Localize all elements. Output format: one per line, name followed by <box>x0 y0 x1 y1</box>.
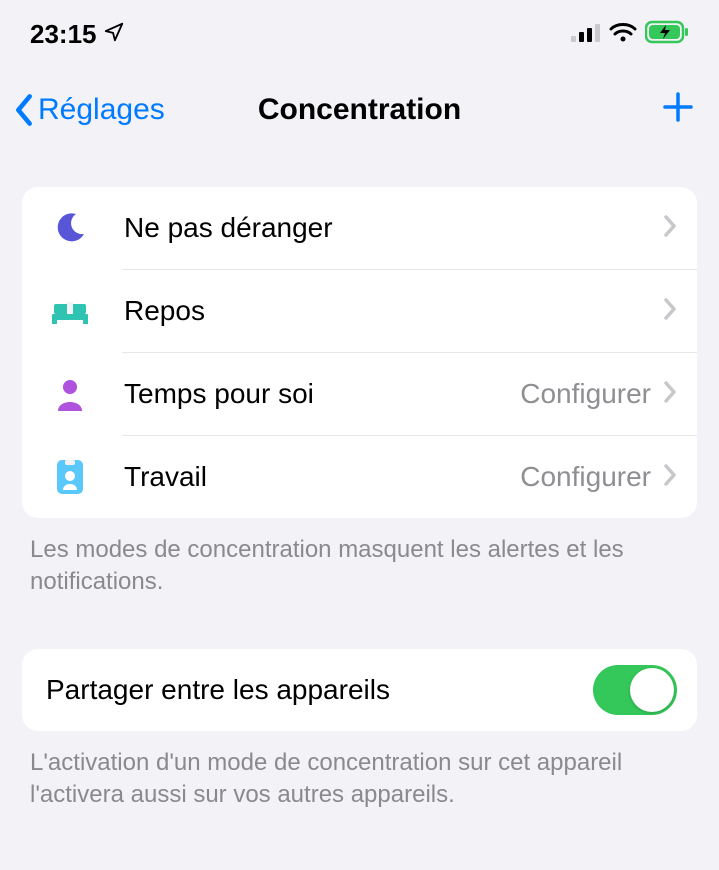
share-footer: L'activation d'un mode de concentration … <box>0 731 719 812</box>
nav-bar: Réglages Concentration <box>0 60 719 147</box>
status-time: 23:15 <box>30 19 97 50</box>
focus-modes-section: Ne pas déranger Repos <box>22 187 697 518</box>
chevron-right-icon <box>663 214 677 243</box>
switch-knob <box>630 668 674 712</box>
status-bar: 23:15 <box>0 0 719 60</box>
chevron-right-icon <box>663 463 677 492</box>
moon-icon <box>46 210 94 246</box>
badge-icon <box>46 458 94 496</box>
location-icon <box>103 19 125 50</box>
focus-mode-do-not-disturb[interactable]: Ne pas déranger <box>22 187 697 269</box>
focus-mode-detail: Configurer <box>520 461 651 493</box>
share-label: Partager entre les appareils <box>46 674 390 706</box>
focus-modes-footer: Les modes de concentration masquent les … <box>0 518 719 599</box>
share-section: Partager entre les appareils <box>22 649 697 731</box>
bed-icon <box>46 296 94 326</box>
focus-mode-personal[interactable]: Temps pour soi Configurer <box>22 353 697 435</box>
share-across-devices-row: Partager entre les appareils <box>22 649 697 731</box>
focus-mode-label: Repos <box>124 295 205 327</box>
share-toggle[interactable] <box>593 665 677 715</box>
focus-mode-detail: Configurer <box>520 378 651 410</box>
person-icon <box>46 377 94 411</box>
wifi-icon <box>609 22 637 47</box>
focus-mode-label: Travail <box>124 461 207 493</box>
plus-icon <box>661 90 695 124</box>
focus-mode-sleep[interactable]: Repos <box>22 270 697 352</box>
add-button[interactable] <box>661 90 695 129</box>
status-right <box>571 20 689 49</box>
status-left: 23:15 <box>30 19 125 50</box>
chevron-right-icon <box>663 380 677 409</box>
back-button[interactable]: Réglages <box>12 93 165 127</box>
back-label: Réglages <box>38 93 165 127</box>
focus-mode-work[interactable]: Travail Configurer <box>22 436 697 518</box>
focus-mode-label: Temps pour soi <box>124 378 314 410</box>
cellular-icon <box>571 22 601 47</box>
battery-charging-icon <box>645 20 689 49</box>
chevron-left-icon <box>12 93 36 127</box>
focus-mode-label: Ne pas déranger <box>124 212 333 244</box>
chevron-right-icon <box>663 297 677 326</box>
